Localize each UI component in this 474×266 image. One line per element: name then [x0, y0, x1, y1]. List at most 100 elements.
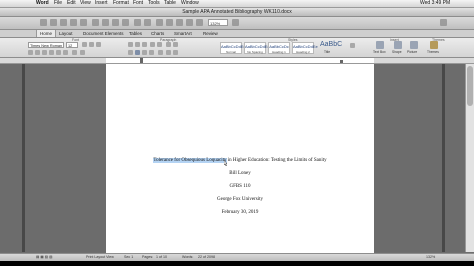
- bold-icon[interactable]: [28, 50, 33, 55]
- strikethrough-icon[interactable]: [49, 50, 54, 55]
- menu-file[interactable]: File: [54, 0, 62, 7]
- menu-insert[interactable]: Insert: [95, 0, 108, 7]
- sort-icon[interactable]: [166, 19, 173, 26]
- tab-document-elements[interactable]: Document Elements: [80, 30, 127, 37]
- style-normal[interactable]: AaBbCcDdEe Normal: [220, 42, 246, 54]
- increase-indent-icon[interactable]: [157, 42, 162, 47]
- undo-icon[interactable]: [134, 19, 141, 26]
- copy-icon[interactable]: [102, 19, 109, 26]
- tab-home[interactable]: Home: [36, 30, 57, 37]
- toolbox-icon[interactable]: [196, 19, 203, 26]
- style-normal-name: Normal: [226, 50, 236, 54]
- font-name-field[interactable]: Times New Roman: [28, 42, 64, 48]
- gallery-icon[interactable]: [176, 19, 183, 26]
- style-heading-1-name: Heading 1: [272, 50, 286, 54]
- zoom-select[interactable]: 132%: [208, 19, 228, 26]
- status-pages: 1 of 10: [156, 255, 167, 259]
- align-center-icon[interactable]: [135, 50, 140, 55]
- shading-icon[interactable]: [166, 50, 171, 55]
- course-line[interactable]: GFBS 110: [106, 184, 374, 189]
- font-color-icon[interactable]: [80, 50, 85, 55]
- align-left-icon[interactable]: [128, 50, 133, 55]
- school-line[interactable]: George Fox University: [106, 197, 374, 202]
- menu-tools[interactable]: Tools: [148, 0, 160, 7]
- font-size-field[interactable]: 12: [66, 42, 78, 48]
- document-page[interactable]: Tolerance for Obsequious Loquacity in Hi…: [106, 64, 374, 254]
- format-painter-icon[interactable]: [122, 19, 129, 26]
- multilevel-icon[interactable]: [142, 42, 147, 47]
- clear-format-icon[interactable]: [96, 42, 101, 47]
- line-spacing-icon[interactable]: [158, 50, 163, 55]
- styles-pane-icon[interactable]: [350, 43, 355, 48]
- numbering-icon[interactable]: [135, 42, 140, 47]
- tab-review[interactable]: Review: [200, 30, 221, 37]
- decrease-indent-icon[interactable]: [150, 42, 155, 47]
- subscript-icon[interactable]: [63, 50, 68, 55]
- right-indent-marker[interactable]: [340, 60, 343, 63]
- sort-paragraph-icon[interactable]: [166, 42, 171, 47]
- style-no-spacing[interactable]: AaBbCcDdEe No Spacing: [244, 42, 270, 54]
- templates-icon[interactable]: [50, 19, 57, 26]
- ribbon: Font Paragraph Styles Insert Themes Time…: [0, 38, 474, 58]
- borders-icon[interactable]: [173, 50, 178, 55]
- tab-smartart[interactable]: SmartArt: [171, 30, 195, 37]
- print-icon[interactable]: [80, 19, 87, 26]
- view-switcher[interactable]: ▤ ▦ ▧ ▨: [36, 254, 53, 261]
- tab-layout[interactable]: Layout: [56, 30, 76, 37]
- themes-icon[interactable]: [430, 41, 438, 49]
- show-marks-icon[interactable]: [173, 42, 178, 47]
- text-box-icon[interactable]: [376, 41, 384, 49]
- style-heading-2[interactable]: AaBbCcDdEe Heading 2: [292, 42, 318, 54]
- italic-icon[interactable]: [35, 50, 40, 55]
- style-heading-1[interactable]: AaBbCcDc Heading 1: [268, 42, 290, 54]
- right-edge-strip: [442, 64, 445, 252]
- date-line[interactable]: February 30, 2019: [106, 210, 374, 215]
- menubar-clock: Wed 3:49 PM: [420, 0, 451, 6]
- style-normal-sample: AaBbCcDdEe: [221, 44, 246, 49]
- tab-charts[interactable]: Charts: [148, 30, 167, 37]
- selected-title-text[interactable]: Tolerance for Obsequious Loquacity: [153, 158, 227, 163]
- shrink-font-icon[interactable]: [89, 42, 94, 47]
- picture-icon[interactable]: [410, 41, 418, 49]
- title-line[interactable]: Tolerance for Obsequious Loquacity in Hi…: [106, 158, 374, 163]
- open-icon[interactable]: [60, 19, 67, 26]
- cut-icon[interactable]: [92, 19, 99, 26]
- text-box-label: Text Box: [373, 50, 386, 54]
- tab-tables[interactable]: Tables: [126, 30, 145, 37]
- style-title-sample[interactable]: AaBbC: [320, 41, 342, 48]
- search-icon[interactable]: [440, 19, 447, 26]
- menu-view[interactable]: View: [80, 0, 91, 7]
- scroll-thumb[interactable]: [467, 66, 473, 106]
- new-document-icon[interactable]: [40, 19, 47, 26]
- sum-icon[interactable]: [156, 19, 163, 26]
- help-icon[interactable]: [232, 19, 239, 26]
- superscript-icon[interactable]: [56, 50, 61, 55]
- paste-icon[interactable]: [112, 19, 119, 26]
- status-zoom[interactable]: 132%: [426, 254, 435, 261]
- picture-label: Picture: [407, 50, 418, 54]
- menu-font[interactable]: Font: [133, 0, 143, 7]
- underline-icon[interactable]: [42, 50, 47, 55]
- title-rest-text[interactable]: in Higher Education: Testing the Limits …: [227, 158, 327, 163]
- justify-icon[interactable]: [149, 50, 154, 55]
- menu-window[interactable]: Window: [181, 0, 199, 7]
- menu-table[interactable]: Table: [164, 0, 176, 7]
- style-heading-1-sample: AaBbCcDc: [269, 44, 289, 49]
- left-indent-marker[interactable]: [140, 60, 143, 63]
- author-line[interactable]: Bill Loney: [106, 171, 374, 176]
- highlight-icon[interactable]: [72, 50, 77, 55]
- document-area: Tolerance for Obsequious Loquacity in Hi…: [0, 64, 474, 254]
- menu-format[interactable]: Format: [113, 0, 129, 7]
- menu-app-word[interactable]: Word: [36, 0, 49, 7]
- save-icon[interactable]: [70, 19, 77, 26]
- sidebar-icon[interactable]: [186, 19, 193, 26]
- status-words-label: Words:: [182, 255, 194, 259]
- grow-font-icon[interactable]: [82, 42, 87, 47]
- menu-edit[interactable]: Edit: [67, 0, 76, 7]
- vertical-scrollbar[interactable]: [465, 64, 474, 252]
- style-heading-2-sample: AaBbCcDdEe: [293, 44, 318, 49]
- shape-icon[interactable]: [394, 41, 402, 49]
- align-right-icon[interactable]: [142, 50, 147, 55]
- bullets-icon[interactable]: [128, 42, 133, 47]
- redo-icon[interactable]: [144, 19, 151, 26]
